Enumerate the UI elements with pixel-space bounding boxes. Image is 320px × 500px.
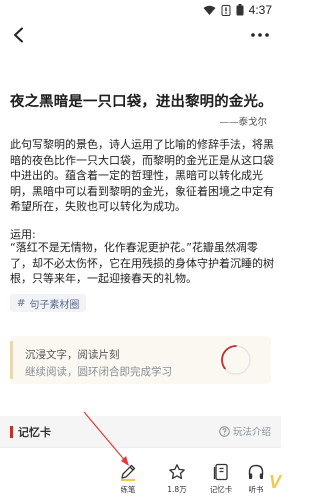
bottom-toolbar: 练笔 1.8万 记忆卡 听书 V — [0, 447, 281, 500]
rules-link[interactable]: 玩法介绍 — [219, 424, 271, 438]
nav-bar — [0, 20, 281, 52]
back-arrow-icon — [14, 27, 23, 43]
memory-card-accent — [10, 426, 13, 438]
analysis-text: 此句写黎明的景色，诗人运用了比喻的修辞手法，将黑暗的夜色比作一只大口袋，而黎明的… — [10, 138, 274, 214]
rules-label: 玩法介绍 — [232, 427, 271, 438]
v-logo: V — [268, 472, 281, 492]
progress-ring — [221, 345, 251, 375]
tag-chip[interactable]: # 句子素材圈 — [10, 294, 87, 312]
memory-card-title: 记忆卡 — [18, 426, 51, 439]
tag-label: 句子素材圈 — [29, 299, 80, 311]
more-button[interactable] — [247, 22, 273, 48]
usage-text: “落红不是无情物，化作春泥更护花。”花瓣虽然凋零了，却不必太伤怀，它在用残损的身… — [10, 241, 274, 286]
memory-card-icon — [213, 463, 228, 481]
more-dots-icon — [251, 33, 269, 37]
wifi-icon — [203, 5, 216, 15]
write-label: 练笔 — [120, 485, 136, 494]
favorite-button[interactable]: 1.8万 — [155, 463, 199, 495]
notification-icon — [221, 4, 231, 16]
battery-icon — [236, 4, 244, 16]
back-button[interactable] — [6, 22, 32, 48]
reading-card-subtitle: 继续阅读，圆环闭合即完成学习 — [25, 366, 172, 378]
quote-text: 夜之黑暗是一只口袋，进出黎明的金光。 — [10, 93, 273, 110]
write-button[interactable]: 练笔 — [106, 463, 150, 495]
star-icon — [169, 464, 185, 480]
favorite-count: 1.8万 — [167, 485, 187, 494]
reading-card-title: 沉浸文字，阅读片刻 — [25, 349, 120, 361]
status-time: 4:37 — [248, 3, 272, 17]
memory-card-header: 记忆卡 — [10, 424, 51, 440]
memory-card-label: 记忆卡 — [209, 485, 233, 494]
pencil-icon — [121, 464, 136, 481]
reading-progress-card[interactable]: 沉浸文字，阅读片刻 继续阅读，圆环闭合即完成学习 — [10, 336, 271, 384]
card-accent-bar — [10, 341, 13, 379]
help-circle-icon — [219, 425, 230, 437]
hash-icon: # — [17, 297, 26, 309]
status-bar: 4:37 — [0, 0, 281, 20]
headphones-icon — [248, 464, 264, 479]
listen-label: 听书 — [248, 485, 264, 494]
status-icons: 4:37 — [203, 3, 272, 17]
quote-author: ——泰戈尔 — [219, 117, 267, 128]
